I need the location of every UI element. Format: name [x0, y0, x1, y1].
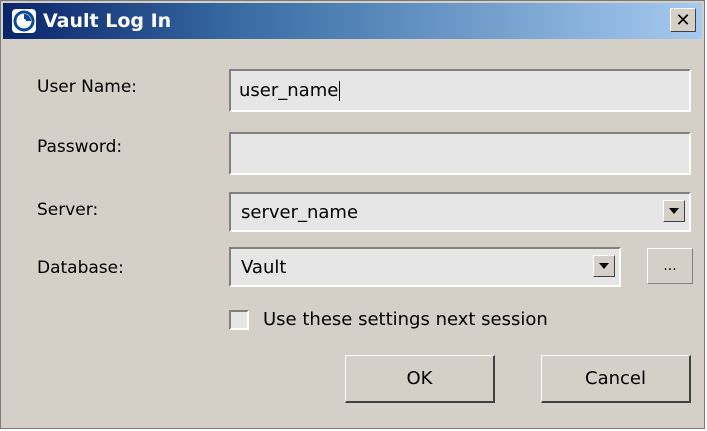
- password-label: Password:: [37, 137, 123, 157]
- close-button[interactable]: ✕: [670, 8, 696, 32]
- password-input[interactable]: [229, 132, 691, 175]
- remember-settings-row[interactable]: Use these settings next session: [229, 309, 548, 330]
- vault-swirl-icon: [11, 8, 37, 34]
- user-name-label: User Name:: [37, 77, 138, 97]
- database-combobox[interactable]: Vault: [229, 247, 621, 287]
- user-name-value: user_name: [239, 80, 339, 101]
- database-dropdown-button[interactable]: [593, 255, 615, 277]
- ok-button[interactable]: OK: [345, 355, 495, 403]
- chevron-down-icon: [599, 263, 609, 269]
- title-bar[interactable]: Vault Log In ✕: [3, 3, 702, 39]
- close-icon: ✕: [675, 9, 691, 31]
- remember-settings-checkbox[interactable]: [229, 309, 249, 330]
- database-value: Vault: [241, 257, 287, 278]
- browse-label: ...: [663, 258, 677, 274]
- window-title: Vault Log In: [43, 10, 172, 32]
- database-browse-button[interactable]: ...: [647, 248, 693, 284]
- server-dropdown-button[interactable]: [663, 200, 685, 222]
- remember-settings-label[interactable]: Use these settings next session: [263, 309, 548, 330]
- database-label: Database:: [37, 258, 124, 278]
- text-caret: [339, 80, 341, 101]
- server-value: server_name: [241, 202, 359, 223]
- user-name-input[interactable]: user_name: [229, 69, 691, 112]
- cancel-button[interactable]: Cancel: [541, 355, 691, 403]
- chevron-down-icon: [669, 208, 679, 214]
- server-label: Server:: [37, 200, 99, 220]
- vault-login-dialog: Vault Log In ✕ User Name: user_name Pass…: [0, 0, 705, 429]
- server-combobox[interactable]: server_name: [229, 192, 691, 232]
